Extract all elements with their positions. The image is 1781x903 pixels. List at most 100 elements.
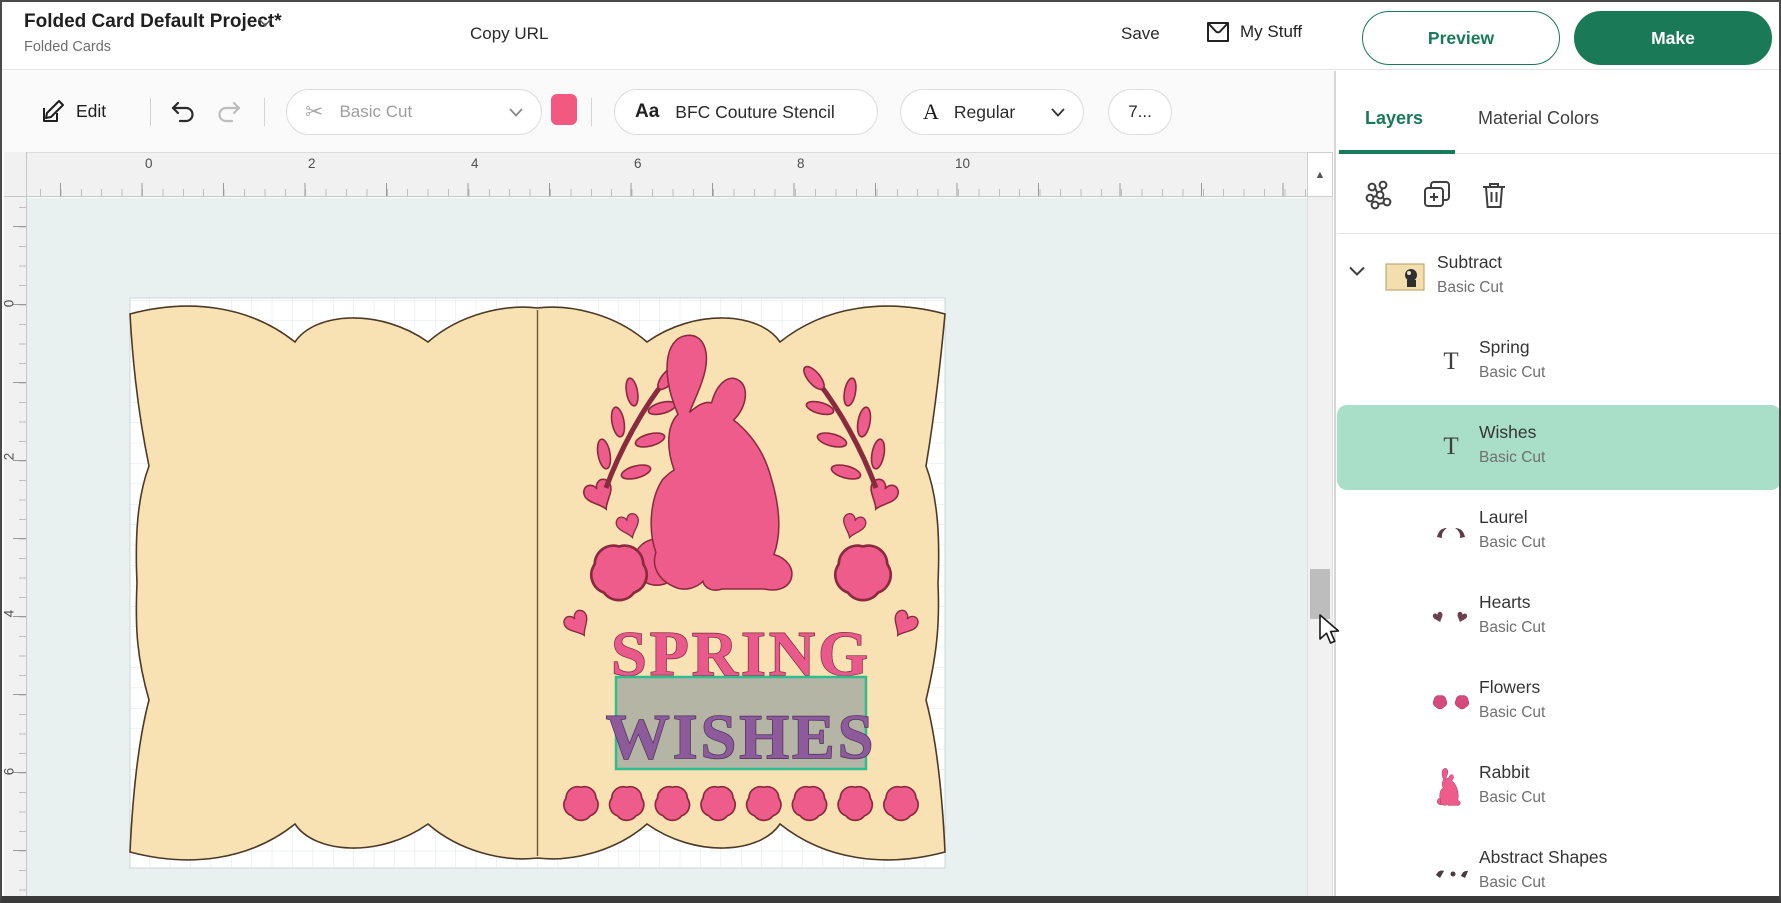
duplicate-icon[interactable] [1421, 179, 1455, 211]
trash-icon[interactable] [1479, 179, 1509, 211]
layer-name: Hearts [1479, 592, 1531, 613]
chevron-down-icon[interactable] [258, 18, 272, 27]
layer-name: Laurel [1479, 507, 1528, 528]
flower-shape[interactable] [701, 787, 735, 821]
mouse-cursor [1318, 614, 1342, 646]
preview-button[interactable]: Preview [1362, 11, 1560, 65]
undo-button[interactable] [168, 71, 198, 152]
font-size-field[interactable]: 7... [1108, 89, 1172, 135]
ruler-number: 2 [1, 453, 16, 461]
ruler-number: 4 [1, 610, 16, 618]
pen-square-icon [38, 98, 66, 126]
layer-row-spring[interactable]: T Spring Basic Cut [1337, 320, 1781, 405]
divider [150, 98, 151, 126]
panel-tabs: Layers Material Colors [1337, 71, 1781, 154]
layer-cut-type: Basic Cut [1479, 534, 1545, 552]
group-icon[interactable] [1363, 179, 1395, 211]
layer-list: Subtract Basic Cut T Spring Basic Cut T … [1337, 235, 1781, 897]
ruler-number: 8 [797, 156, 805, 171]
header-bar: Folded Card Default Project* Folded Card… [2, 2, 1781, 70]
inbox-icon [1205, 20, 1231, 44]
chevron-down-icon [509, 108, 523, 117]
chevron-down-icon[interactable] [1349, 266, 1365, 276]
layer-thumbnail [1429, 597, 1473, 637]
project-subtitle: Folded Cards [24, 39, 111, 55]
layer-cut-type: Basic Cut [1479, 874, 1545, 892]
app-window: Folded Card Default Project* Folded Card… [0, 0, 1781, 903]
layer-row-wishes[interactable]: T Wishes Basic Cut [1337, 405, 1781, 490]
layer-row-flowers[interactable]: Flowers Basic Cut [1337, 660, 1781, 745]
color-swatch[interactable] [551, 94, 577, 125]
redo-icon [214, 98, 244, 126]
divider [1334, 71, 1336, 897]
divider [591, 98, 592, 126]
font-style-dropdown[interactable]: A Regular [900, 89, 1084, 135]
layer-row-rabbit[interactable]: Rabbit Basic Cut [1337, 745, 1781, 830]
ruler-number: 10 [955, 156, 970, 171]
linetype-dropdown[interactable]: ✂ Basic Cut [286, 89, 542, 135]
tab-layers[interactable]: Layers [1365, 108, 1423, 129]
flower-shape[interactable] [838, 787, 872, 821]
layer-cut-type: Basic Cut [1437, 279, 1503, 297]
scrollbar-thumb[interactable] [1310, 569, 1330, 619]
flower-shape[interactable] [564, 787, 598, 821]
flower-shape[interactable] [610, 787, 644, 821]
my-stuff-button[interactable]: My Stuff [1205, 20, 1302, 44]
layer-row-subtract[interactable]: Subtract Basic Cut [1337, 235, 1781, 320]
font-aa-icon: Aa [635, 101, 659, 123]
layer-thumbnail [1429, 682, 1473, 722]
layer-row-abstract-shapes[interactable]: Abstract Shapes Basic Cut [1337, 830, 1781, 897]
scroll-up-button[interactable]: ▲ [1307, 152, 1333, 197]
save-button[interactable]: Save [1121, 24, 1160, 44]
flower-shape[interactable] [884, 787, 918, 821]
chevron-down-icon [1051, 108, 1065, 117]
undo-icon [168, 98, 198, 126]
edit-label: Edit [76, 101, 106, 122]
flower-shape[interactable] [591, 546, 646, 601]
flower-shape[interactable] [747, 787, 781, 821]
layer-row-laurel[interactable]: Laurel Basic Cut [1337, 490, 1781, 575]
design-canvas[interactable]: SPRING WISHES [27, 198, 1307, 897]
ruler-number: 6 [634, 156, 642, 171]
font-dropdown[interactable]: Aa BFC Couture Stencil [614, 89, 878, 135]
layer-name: Wishes [1479, 422, 1536, 443]
layer-row-hearts[interactable]: Hearts Basic Cut [1337, 575, 1781, 660]
flower-shape[interactable] [655, 787, 689, 821]
tab-material-colors[interactable]: Material Colors [1478, 108, 1599, 129]
layer-actions [1337, 155, 1781, 234]
layer-thumbnail [1383, 257, 1427, 297]
layer-cut-type: Basic Cut [1479, 704, 1545, 722]
vertical-ruler: 0 2 4 6 [4, 197, 27, 897]
card-design: SPRING WISHES [27, 198, 1307, 897]
layer-thumbnail [1429, 767, 1473, 807]
ruler-number: 6 [1, 768, 16, 776]
layer-cut-type: Basic Cut [1479, 789, 1545, 807]
flower-shape[interactable] [792, 787, 826, 821]
flower-shape[interactable] [835, 546, 890, 601]
card-text-wishes[interactable]: WISHES [606, 701, 877, 772]
layer-thumbnail [1429, 512, 1473, 552]
ruler-number: 4 [471, 156, 479, 171]
canvas-scrollbar[interactable] [1307, 197, 1333, 897]
scissors-icon: ✂ [305, 100, 323, 125]
layer-cut-type: Basic Cut [1479, 619, 1545, 637]
divider [264, 98, 265, 126]
layer-name: Subtract [1437, 252, 1502, 273]
text-layer-icon: T [1429, 342, 1473, 382]
text-layer-icon: T [1429, 427, 1473, 467]
layer-cut-type: Basic Cut [1479, 364, 1545, 382]
ruler-number: 0 [145, 156, 153, 171]
layer-name: Rabbit [1479, 762, 1530, 783]
project-title[interactable]: Folded Card Default Project* [24, 11, 282, 33]
make-button[interactable]: Make [1574, 11, 1772, 65]
layer-thumbnail [1429, 852, 1473, 892]
style-a-icon: A [923, 99, 939, 125]
my-stuff-label: My Stuff [1240, 22, 1302, 42]
edit-button[interactable]: Edit [38, 71, 106, 152]
active-tab-underline [1339, 150, 1455, 154]
horizontal-ruler: 0 2 4 6 8 10 [27, 152, 1307, 197]
layer-name: Spring [1479, 337, 1530, 358]
redo-button[interactable] [214, 71, 244, 152]
copy-url-button[interactable]: Copy URL [470, 24, 548, 44]
font-name-value: BFC Couture Stencil [675, 102, 835, 123]
